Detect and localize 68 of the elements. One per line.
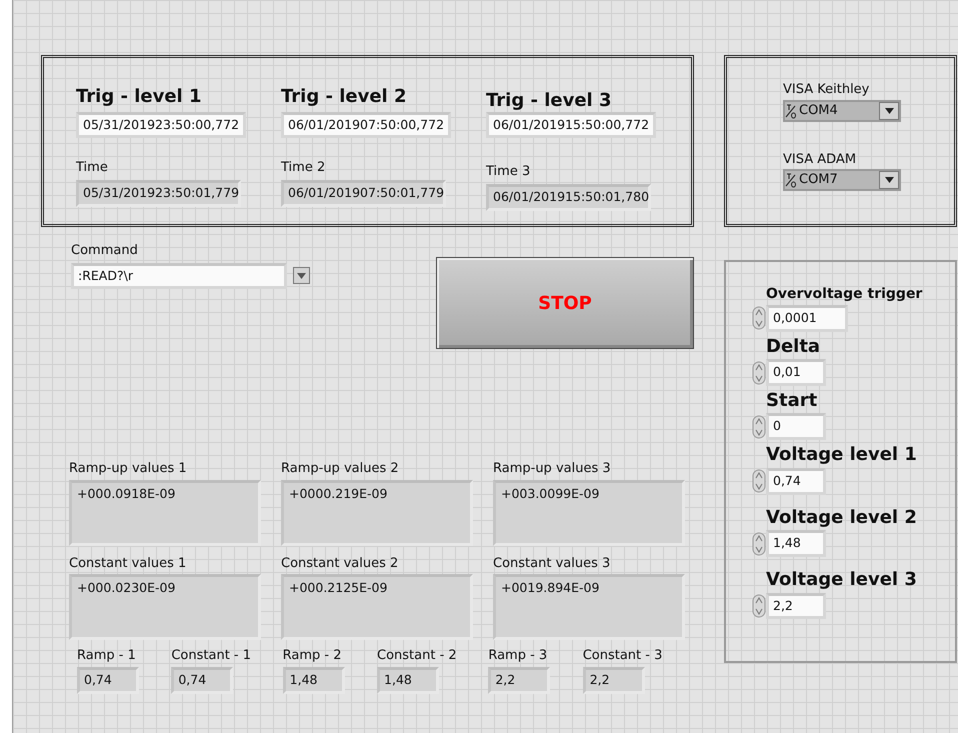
- trigger-time-field[interactable]: 06/01/201915:50:00,772: [486, 112, 656, 138]
- dropdown-button[interactable]: [879, 102, 899, 120]
- time-label: Time 3: [486, 164, 532, 180]
- trigger-title: Trig - level 1: [76, 86, 203, 108]
- caret-icon: [297, 272, 306, 279]
- parameter-field[interactable]: 1,48: [766, 530, 826, 557]
- io-icon: [785, 172, 797, 188]
- trigger-title: Trig - level 3: [486, 90, 613, 112]
- parameter-field[interactable]: 0,01: [766, 359, 826, 386]
- spinner-icon[interactable]: [752, 414, 766, 439]
- constant-readout: +000.2125E-09: [281, 574, 473, 640]
- indicator-readout: 1,48: [377, 666, 440, 694]
- constant-label: Constant values 1: [69, 556, 188, 572]
- parameter-field[interactable]: 2,2: [766, 592, 826, 620]
- ramp-up-readout: +003.0099E-09: [493, 480, 685, 546]
- command-field[interactable]: :READ?\r: [71, 262, 287, 290]
- trigger-title: Trig - level 2: [281, 86, 408, 108]
- trigger-time-field[interactable]: 05/31/201923:50:00,772: [76, 112, 246, 138]
- parameter-label: Voltage level 3: [766, 568, 918, 591]
- spinner-icon[interactable]: [752, 360, 766, 385]
- io-icon: [785, 102, 797, 119]
- ramp-up-readout: +000.0918E-09: [69, 480, 261, 546]
- dropdown-button[interactable]: [879, 171, 899, 190]
- ramp-up-readout: +0000.219E-09: [281, 480, 473, 546]
- indicator-readout: 1,48: [282, 666, 345, 694]
- caret-icon: [884, 108, 894, 114]
- time-label: Time: [76, 160, 109, 176]
- time-label: Time 2: [281, 160, 326, 176]
- parameter-label: Delta: [766, 336, 822, 358]
- constant-readout: +000.0230E-09: [69, 574, 261, 640]
- time-readout: 06/01/201915:50:01,780: [486, 184, 651, 211]
- parameter-label: Voltage level 2: [766, 506, 918, 528]
- indicator-label: Ramp - 1: [77, 648, 137, 664]
- parameter-label: Overvoltage trigger: [766, 286, 924, 303]
- command-label: Command: [71, 243, 139, 259]
- constant-label: Constant values 3: [493, 556, 612, 572]
- indicator-readout: 0,74: [77, 666, 139, 694]
- caret-icon: [884, 177, 894, 184]
- spinner-icon[interactable]: [752, 306, 766, 330]
- ramp-up-label: Ramp-up values 2: [281, 461, 400, 477]
- constant-label: Constant values 2: [281, 556, 400, 572]
- parameter-label: Voltage level 1: [766, 444, 918, 466]
- spinner-icon[interactable]: [752, 469, 766, 494]
- spinner-icon[interactable]: [752, 594, 766, 618]
- parameter-field[interactable]: 0,74: [766, 468, 826, 495]
- dropdown-button[interactable]: [293, 267, 310, 284]
- parameter-field[interactable]: 0,0001: [766, 304, 848, 332]
- visa-resource-dropdown[interactable]: COM7: [783, 169, 901, 192]
- visa-label: VISA Keithley: [783, 82, 870, 98]
- time-readout: 06/01/201907:50:01,779: [281, 180, 446, 207]
- indicator-label: Ramp - 3: [488, 648, 548, 664]
- spinner-icon[interactable]: [752, 532, 766, 556]
- parameter-field[interactable]: 0: [766, 413, 826, 440]
- visa-resource-dropdown[interactable]: COM4: [783, 100, 901, 122]
- visa-label: VISA ADAM: [783, 152, 858, 168]
- indicator-label: Constant - 1: [171, 648, 252, 664]
- ramp-up-label: Ramp-up values 3: [493, 461, 612, 477]
- trigger-time-field[interactable]: 06/01/201907:50:00,772: [281, 112, 451, 138]
- indicator-readout: 0,74: [171, 666, 234, 694]
- indicator-readout: 2,2: [488, 666, 550, 694]
- ramp-up-label: Ramp-up values 1: [69, 461, 188, 477]
- indicator-label: Constant - 3: [582, 648, 664, 664]
- time-readout: 05/31/201923:50:01,779: [76, 180, 241, 207]
- indicator-readout: 2,2: [582, 666, 645, 694]
- parameter-label: Start: [766, 390, 818, 412]
- indicator-label: Ramp - 2: [282, 648, 343, 664]
- constant-readout: +0019.894E-09: [493, 574, 685, 640]
- indicator-label: Constant - 2: [377, 648, 458, 664]
